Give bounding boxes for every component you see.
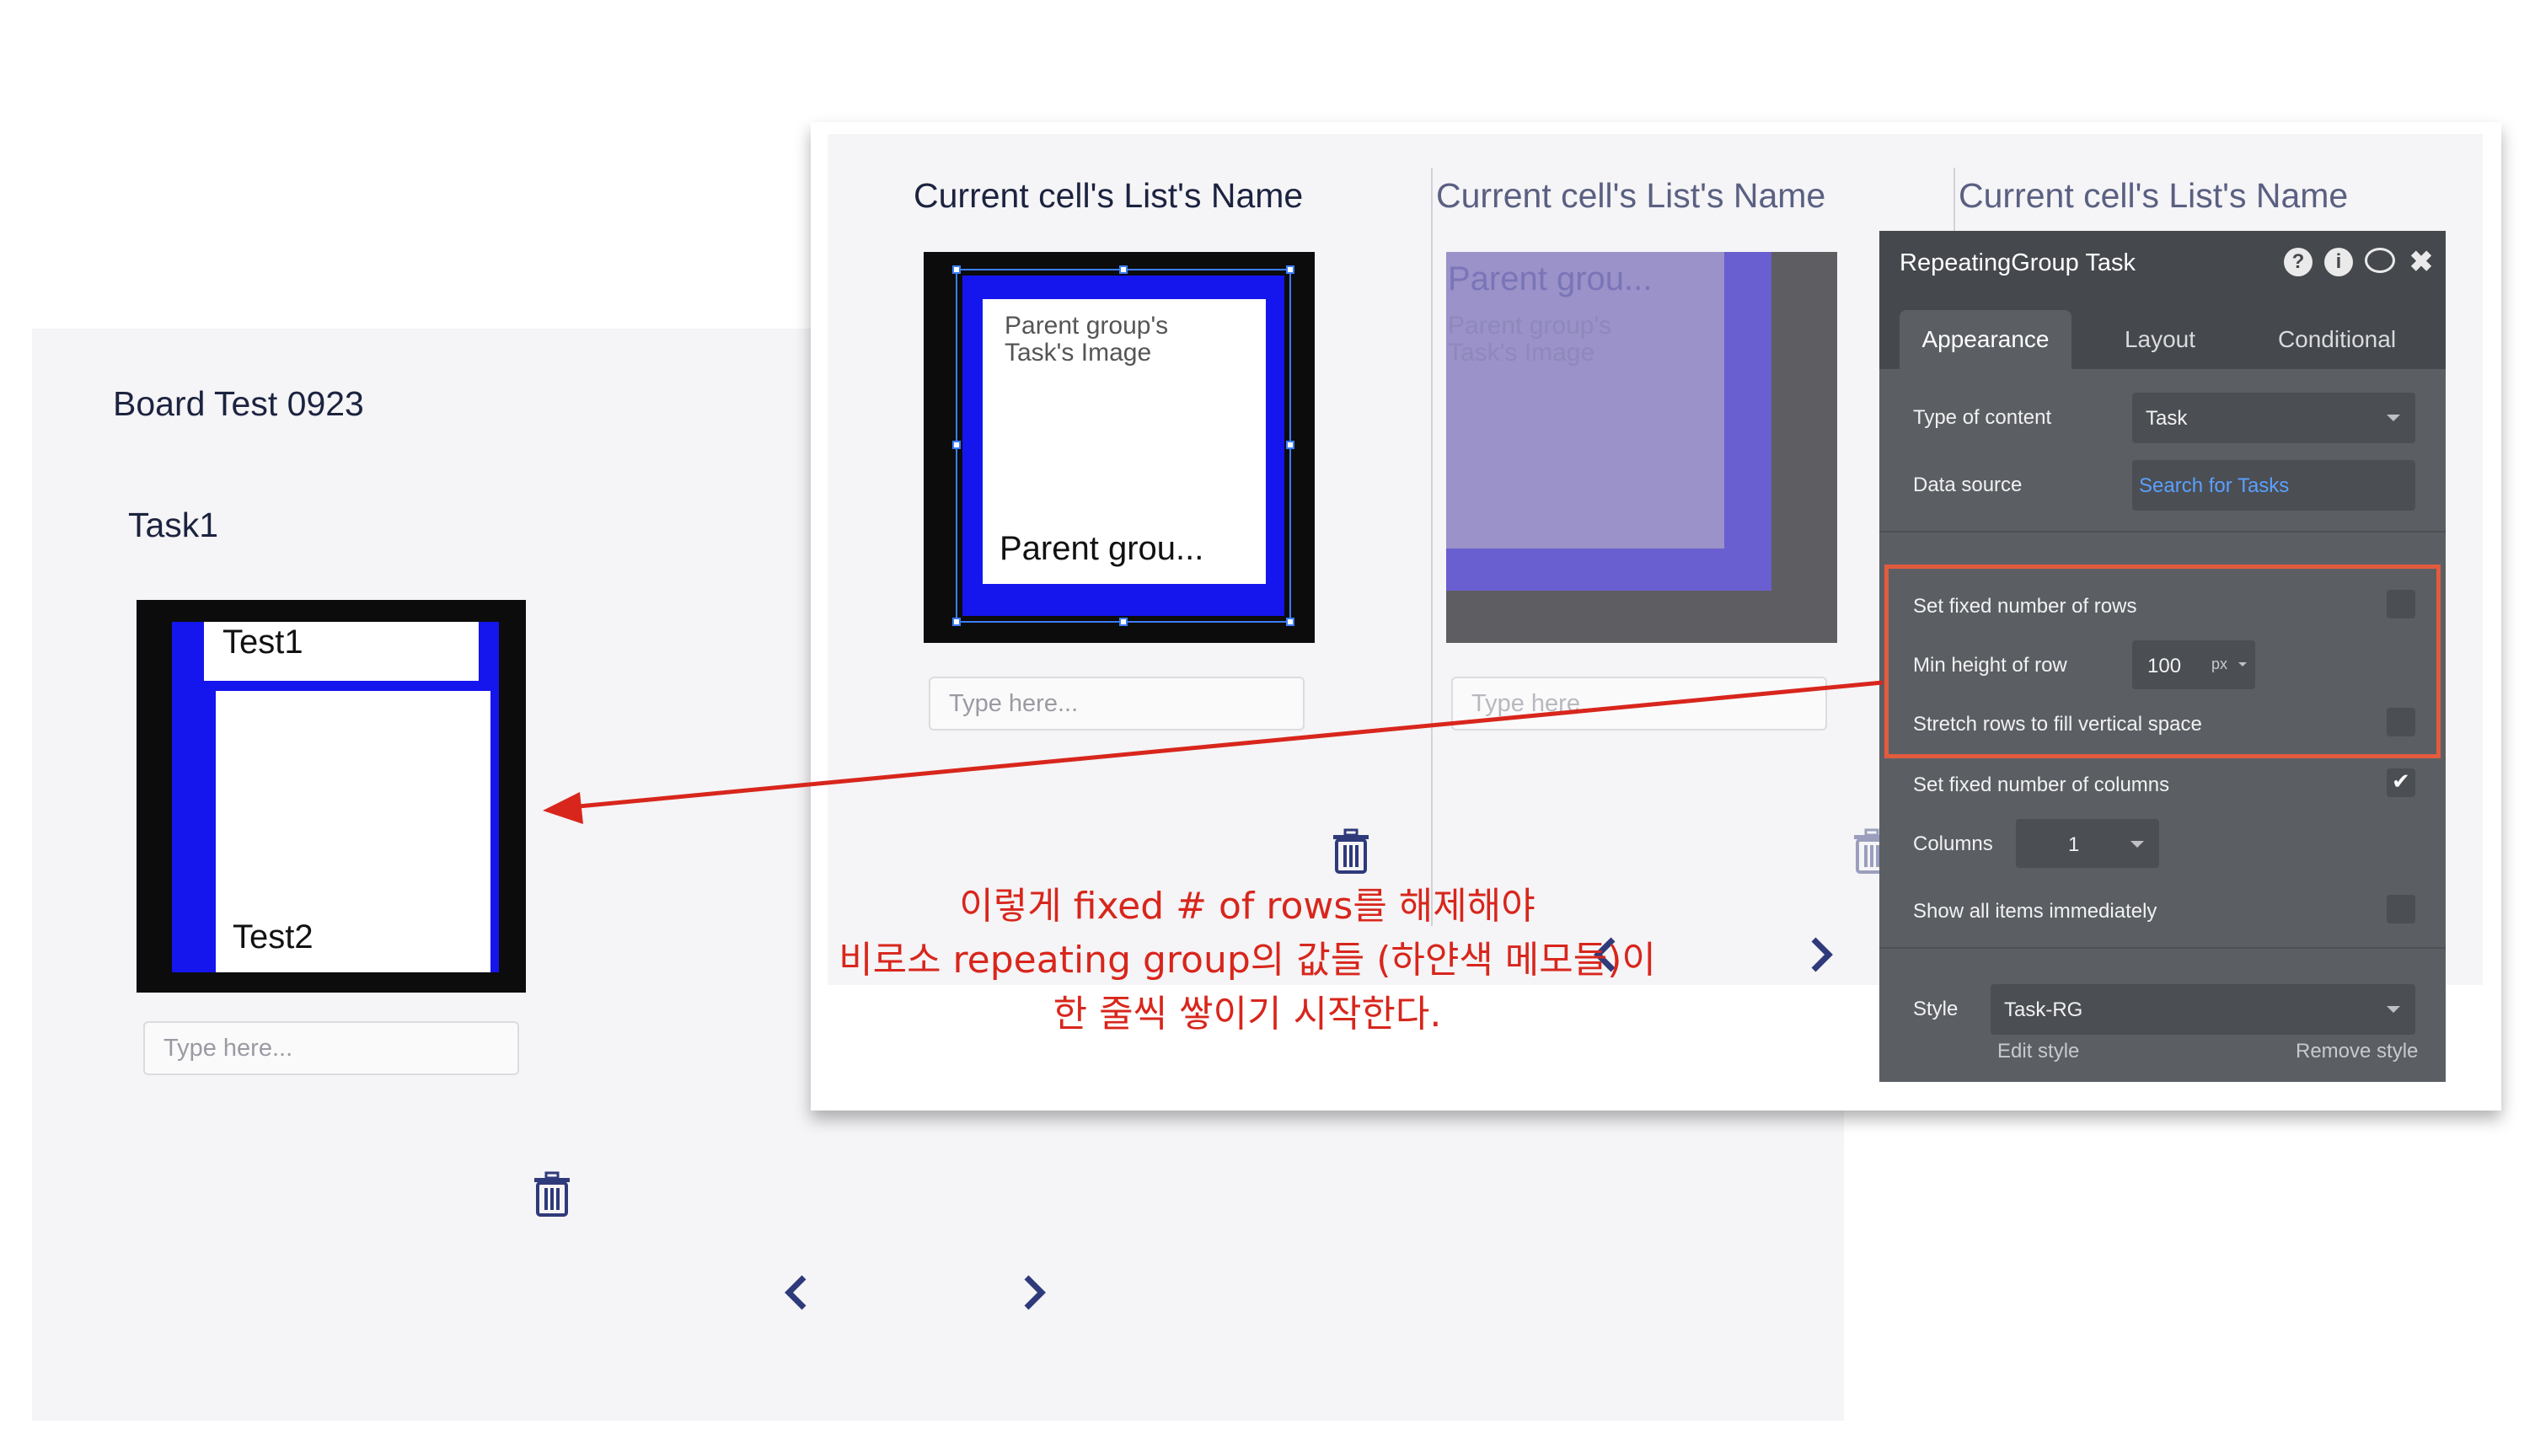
data-source-value: Search for Tasks bbox=[2139, 474, 2290, 497]
chevron-right-icon[interactable] bbox=[1803, 934, 1837, 975]
resize-handle[interactable] bbox=[1286, 618, 1294, 626]
panel-tabs: Appearance Layout Conditional bbox=[1879, 297, 2446, 369]
image-placeholder-label-repeat: Parent group's Task's Image bbox=[1448, 312, 1612, 367]
panel-header-icons: ? i ✖ bbox=[2284, 248, 2436, 276]
panel-title: RepeatingGroup Task bbox=[1900, 249, 2136, 276]
style-label: Style bbox=[1913, 998, 1959, 1020]
tab-conditional[interactable]: Conditional bbox=[2247, 310, 2427, 369]
highlight-box bbox=[1884, 565, 2441, 758]
memo-text-2: Test2 bbox=[233, 918, 314, 956]
resize-handle[interactable] bbox=[952, 265, 961, 274]
type-of-content-dropdown[interactable]: Task bbox=[2132, 393, 2415, 443]
input-placeholder: Type here... bbox=[163, 1035, 293, 1062]
resize-handle[interactable] bbox=[952, 441, 961, 449]
input-placeholder: Type here... bbox=[949, 690, 1079, 717]
selection-outline bbox=[952, 265, 1294, 626]
memo-input[interactable]: Type here... bbox=[143, 1021, 519, 1075]
column-title-1: Current cell's List's Name bbox=[914, 176, 1304, 215]
edit-style-link[interactable]: Edit style bbox=[1997, 1040, 2079, 1063]
type-of-content-value: Task bbox=[2146, 407, 2188, 430]
tab-appearance[interactable]: Appearance bbox=[1900, 310, 2071, 369]
dropdown-caret-icon bbox=[2130, 841, 2144, 848]
memo-input-repeat: Type here... bbox=[1451, 677, 1827, 731]
show-all-items-label: Show all items immediately bbox=[1913, 900, 2157, 923]
resize-handle[interactable] bbox=[1286, 265, 1294, 274]
chevron-right-icon[interactable] bbox=[1016, 1272, 1050, 1313]
column-divider bbox=[1431, 168, 1433, 926]
resize-handle[interactable] bbox=[1119, 618, 1128, 626]
dropdown-caret-icon bbox=[2387, 415, 2400, 421]
columns-label: Columns bbox=[1913, 832, 1993, 855]
fixed-columns-checkbox[interactable] bbox=[2387, 768, 2415, 797]
trash-icon[interactable] bbox=[533, 1171, 571, 1218]
annotation-line-1: 이렇게 fixed # of rows를 해제해야 bbox=[959, 885, 1535, 928]
style-value: Task-RG bbox=[2004, 998, 2083, 1021]
parent-group-name-repeat: Parent grou... bbox=[1448, 260, 1653, 297]
data-source-field[interactable]: Search for Tasks bbox=[2132, 460, 2415, 511]
data-source-label: Data source bbox=[1913, 474, 2023, 496]
style-dropdown[interactable]: Task-RG bbox=[1991, 984, 2415, 1035]
task-title: Task1 bbox=[128, 506, 219, 544]
column-title-2: Current cell's List's Name bbox=[1436, 176, 1826, 215]
board-title: Board Test 0923 bbox=[113, 384, 364, 423]
chevron-left-icon[interactable] bbox=[780, 1272, 814, 1313]
resize-handle[interactable] bbox=[1119, 265, 1128, 274]
type-of-content-label: Type of content bbox=[1913, 406, 2052, 429]
fixed-columns-label: Set fixed number of columns bbox=[1913, 774, 2170, 796]
dropdown-caret-icon bbox=[2387, 1006, 2400, 1013]
annotation-line-2: 비로소 repeating group의 값들 (하얀색 메모들)이 bbox=[839, 939, 1656, 982]
columns-value: 1 bbox=[2068, 833, 2080, 856]
panel-header[interactable]: RepeatingGroup Task ? i ✖ bbox=[1879, 231, 2446, 297]
close-icon[interactable]: ✖ bbox=[2407, 248, 2436, 276]
panel-divider bbox=[1879, 947, 2446, 949]
columns-dropdown[interactable]: 1 bbox=[2016, 819, 2159, 868]
show-all-items-checkbox[interactable] bbox=[2387, 895, 2415, 923]
resize-handle[interactable] bbox=[1286, 441, 1294, 449]
resize-handle[interactable] bbox=[952, 618, 961, 626]
remove-style-link[interactable]: Remove style bbox=[2296, 1040, 2418, 1063]
help-icon[interactable]: ? bbox=[2284, 248, 2313, 276]
memo-text-1: Test1 bbox=[222, 624, 303, 661]
trash-icon[interactable] bbox=[1332, 828, 1370, 875]
annotation-text: 이렇게 fixed # of rows를 해제해야 비로소 repeating … bbox=[809, 880, 1686, 1041]
annotation-line-3: 한 줄씩 쌓이기 시작한다. bbox=[1053, 993, 1442, 1036]
input-placeholder: Type here... bbox=[1471, 690, 1601, 717]
tab-layout[interactable]: Layout bbox=[2082, 310, 2238, 369]
comment-icon[interactable] bbox=[2365, 248, 2395, 273]
memo-input[interactable]: Type here... bbox=[929, 677, 1305, 731]
column-title-3: Current cell's List's Name bbox=[1959, 176, 2349, 215]
info-icon[interactable]: i bbox=[2324, 248, 2353, 276]
panel-divider bbox=[1879, 531, 2446, 533]
